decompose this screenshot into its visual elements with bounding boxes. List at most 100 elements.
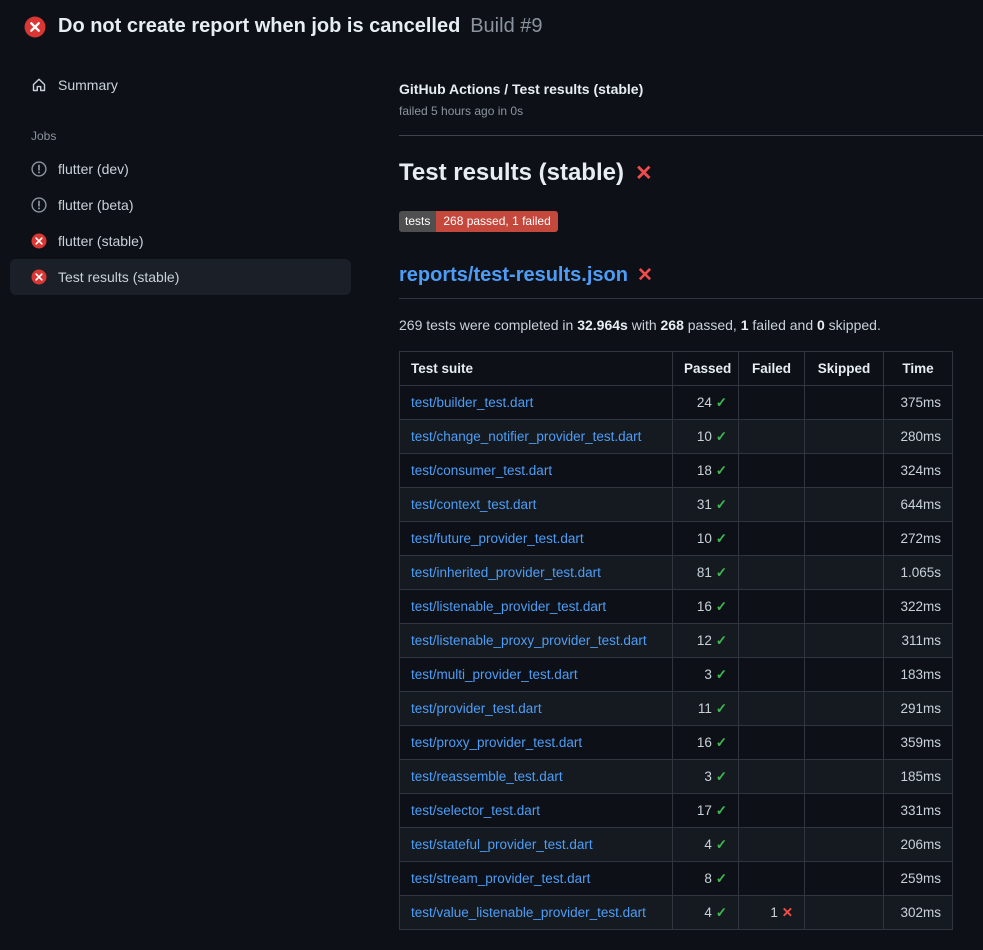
suite-link[interactable]: test/reassemble_test.dart: [411, 769, 563, 784]
failed-cell: [739, 862, 805, 896]
skipped-cell: [805, 624, 884, 658]
suite-cell: test/consumer_test.dart: [400, 454, 673, 488]
breadcrumb: GitHub Actions / Test results (stable): [399, 81, 983, 97]
suite-cell: test/provider_test.dart: [400, 692, 673, 726]
badge-value: 268 passed, 1 failed: [436, 211, 557, 232]
time-cell: 359ms: [884, 726, 953, 760]
suite-link[interactable]: test/listenable_provider_test.dart: [411, 599, 606, 614]
neutral-status-icon: [31, 197, 47, 213]
skipped-cell: [805, 556, 884, 590]
suite-cell: test/builder_test.dart: [400, 386, 673, 420]
column-header-skipped: Skipped: [805, 352, 884, 386]
time-cell: 311ms: [884, 624, 953, 658]
neutral-status-icon: [31, 161, 47, 177]
suite-link[interactable]: test/inherited_provider_test.dart: [411, 565, 601, 580]
sidebar-item-summary[interactable]: Summary: [10, 67, 351, 103]
results-table-head: Test suitePassedFailedSkippedTime: [400, 352, 953, 386]
failed-cell: [739, 726, 805, 760]
table-row: test/inherited_provider_test.dart81 ✓1.0…: [400, 556, 953, 590]
section-title: Test results (stable): [399, 159, 624, 187]
check-icon: ✓: [716, 735, 727, 750]
check-icon: ✓: [716, 667, 727, 682]
passed-cell: 3 ✓: [673, 658, 739, 692]
suite-cell: test/context_test.dart: [400, 488, 673, 522]
suite-link[interactable]: test/future_provider_test.dart: [411, 531, 584, 546]
skipped-cell: [805, 896, 884, 930]
time-cell: 185ms: [884, 760, 953, 794]
time-cell: 644ms: [884, 488, 953, 522]
check-icon: ✓: [716, 871, 727, 886]
sidebar: Summary Jobs flutter (dev)flutter (beta)…: [0, 51, 399, 295]
passed-cell: 4 ✓: [673, 896, 739, 930]
suite-link[interactable]: test/multi_provider_test.dart: [411, 667, 578, 682]
passed-cell: 8 ✓: [673, 862, 739, 896]
suite-link[interactable]: test/selector_test.dart: [411, 803, 540, 818]
report-link[interactable]: reports/test-results.json: [399, 264, 628, 287]
main-content: GitHub Actions / Test results (stable) f…: [399, 51, 983, 930]
suite-cell: test/value_listenable_provider_test.dart: [400, 896, 673, 930]
suite-cell: test/proxy_provider_test.dart: [400, 726, 673, 760]
skipped-cell: [805, 726, 884, 760]
suite-link[interactable]: test/stream_provider_test.dart: [411, 871, 590, 886]
table-row: test/builder_test.dart24 ✓375ms: [400, 386, 953, 420]
suite-link[interactable]: test/builder_test.dart: [411, 395, 533, 410]
skipped-cell: [805, 692, 884, 726]
passed-cell: 10 ✓: [673, 522, 739, 556]
time-cell: 331ms: [884, 794, 953, 828]
suite-cell: test/multi_provider_test.dart: [400, 658, 673, 692]
table-row: test/listenable_proxy_provider_test.dart…: [400, 624, 953, 658]
suite-cell: test/selector_test.dart: [400, 794, 673, 828]
suite-link[interactable]: test/provider_test.dart: [411, 701, 542, 716]
table-header-row: Test suitePassedFailedSkippedTime: [400, 352, 953, 386]
failed-cell: [739, 488, 805, 522]
failed-x-icon: ✕: [635, 161, 653, 186]
table-row: test/stream_provider_test.dart 8 ✓ 259ms: [400, 862, 953, 896]
passed-cell: 3 ✓: [673, 760, 739, 794]
suite-link[interactable]: test/context_test.dart: [411, 497, 536, 512]
tests-badge: tests 268 passed, 1 failed: [399, 211, 558, 232]
sidebar-item-flutter-stable[interactable]: flutter (stable): [10, 223, 351, 259]
time-cell: 302ms: [884, 896, 953, 930]
suite-link[interactable]: test/stateful_provider_test.dart: [411, 837, 593, 852]
skipped-cell: [805, 454, 884, 488]
time-cell: 259ms: [884, 862, 953, 896]
failed-status-icon: [31, 233, 47, 249]
check-icon: ✓: [716, 531, 727, 546]
failed-cell: [739, 760, 805, 794]
suite-cell: test/stream_provider_test.dart: [400, 862, 673, 896]
table-row: test/context_test.dart31 ✓644ms: [400, 488, 953, 522]
failed-cell: [739, 794, 805, 828]
check-icon: ✓: [716, 463, 727, 478]
sidebar-item-flutter-beta[interactable]: flutter (beta): [10, 187, 351, 223]
skipped-cell: [805, 386, 884, 420]
suite-link[interactable]: test/proxy_provider_test.dart: [411, 735, 582, 750]
results-table-body: test/builder_test.dart24 ✓375ms test/chan…: [400, 386, 953, 930]
suite-link[interactable]: test/listenable_proxy_provider_test.dart: [411, 633, 647, 648]
sidebar-item-flutter-dev[interactable]: flutter (dev): [10, 151, 351, 187]
check-icon: ✓: [716, 633, 727, 648]
check-icon: ✓: [716, 905, 727, 920]
check-icon: ✓: [716, 837, 727, 852]
time-cell: 206ms: [884, 828, 953, 862]
time-cell: 272ms: [884, 522, 953, 556]
summary-skipped-count: 0: [817, 317, 825, 333]
home-icon: [31, 77, 47, 93]
suite-link[interactable]: test/consumer_test.dart: [411, 463, 552, 478]
table-row: test/consumer_test.dart18 ✓324ms: [400, 454, 953, 488]
build-number: Build #9: [470, 15, 542, 37]
failed-cell: 1 ✕: [739, 896, 805, 930]
passed-cell: 18 ✓: [673, 454, 739, 488]
jobs-section-label: Jobs: [31, 129, 351, 143]
suite-link[interactable]: test/change_notifier_provider_test.dart: [411, 429, 641, 444]
sidebar-item-test-results-stable[interactable]: Test results (stable): [10, 259, 351, 295]
report-heading: reports/test-results.json ✕: [399, 264, 983, 299]
check-icon: ✓: [716, 395, 727, 410]
suite-link[interactable]: test/value_listenable_provider_test.dart: [411, 905, 646, 920]
suite-cell: test/reassemble_test.dart: [400, 760, 673, 794]
table-row: test/stateful_provider_test.dart4 ✓206ms: [400, 828, 953, 862]
section-heading: Test results (stable) ✕: [399, 159, 983, 187]
skipped-cell: [805, 658, 884, 692]
table-row: test/reassemble_test.dart 3 ✓ 185ms: [400, 760, 953, 794]
check-icon: ✓: [716, 769, 727, 784]
table-row: test/proxy_provider_test.dart16 ✓359ms: [400, 726, 953, 760]
